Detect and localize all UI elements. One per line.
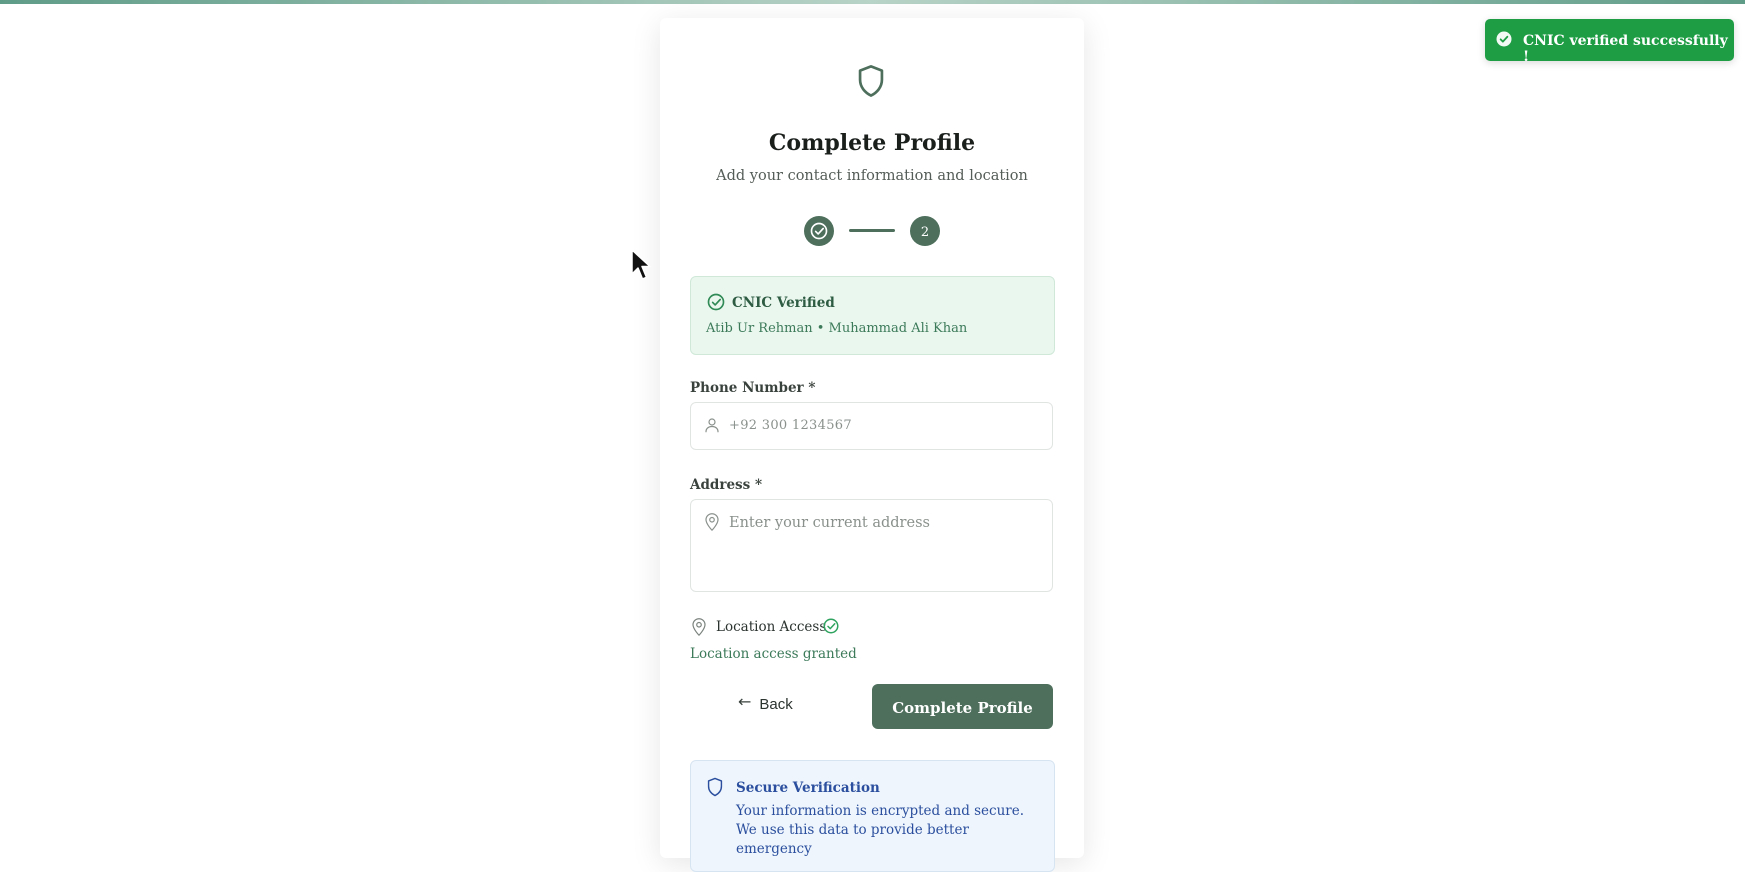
phone-placeholder: +92 300 1234567: [729, 418, 852, 433]
shield-icon: [858, 65, 884, 97]
address-field[interactable]: Enter your current address: [690, 499, 1053, 592]
user-icon: [705, 418, 719, 433]
map-pin-icon: [705, 513, 719, 531]
page-subtitle: Add your contact information and locatio…: [716, 168, 1028, 184]
top-accent-bar: [0, 0, 1745, 4]
address-label: Address *: [690, 477, 763, 493]
check-circle-icon: [823, 618, 839, 634]
cnic-verified-panel: CNIC Verified Atib Ur Rehman • Muhammad …: [690, 276, 1055, 355]
profile-card: Complete Profile Add your contact inform…: [660, 18, 1084, 872]
back-button[interactable]: ← Back: [738, 684, 842, 724]
complete-profile-button[interactable]: Complete Profile: [872, 684, 1053, 729]
page-title: Complete Profile: [768, 130, 976, 156]
success-toast[interactable]: CNIC verified successfully !: [1485, 19, 1734, 65]
shield-icon: [707, 777, 723, 797]
step-1-complete: [804, 216, 834, 246]
address-placeholder: Enter your current address: [729, 515, 930, 531]
mouse-pointer-icon: [631, 249, 651, 280]
step-2-current: 2: [910, 216, 940, 246]
secure-verification-panel: Secure Verification Your information is …: [690, 760, 1055, 872]
check-circle-icon: [810, 222, 828, 240]
map-pin-icon: [692, 618, 706, 636]
location-status: Location access granted: [690, 646, 857, 662]
arrow-left-icon: ←: [738, 691, 752, 711]
stepper-connector: [849, 229, 895, 232]
phone-label: Phone Number *: [690, 380, 816, 396]
cnic-verified-title: CNIC Verified: [732, 295, 835, 311]
phone-field[interactable]: +92 300 1234567: [690, 402, 1053, 450]
check-circle-icon: [707, 293, 725, 311]
secure-verification-title: Secure Verification: [736, 780, 880, 796]
toast-message: CNIC verified successfully !: [1523, 33, 1728, 65]
check-circle-icon: [1496, 31, 1512, 47]
back-button-label: Back: [759, 695, 793, 713]
secure-verification-text: Your information is encrypted and secure…: [736, 803, 1025, 857]
cnic-verified-names: Atib Ur Rehman • Muhammad Ali Khan: [706, 321, 968, 336]
location-access-label: Location Access: [716, 619, 827, 635]
